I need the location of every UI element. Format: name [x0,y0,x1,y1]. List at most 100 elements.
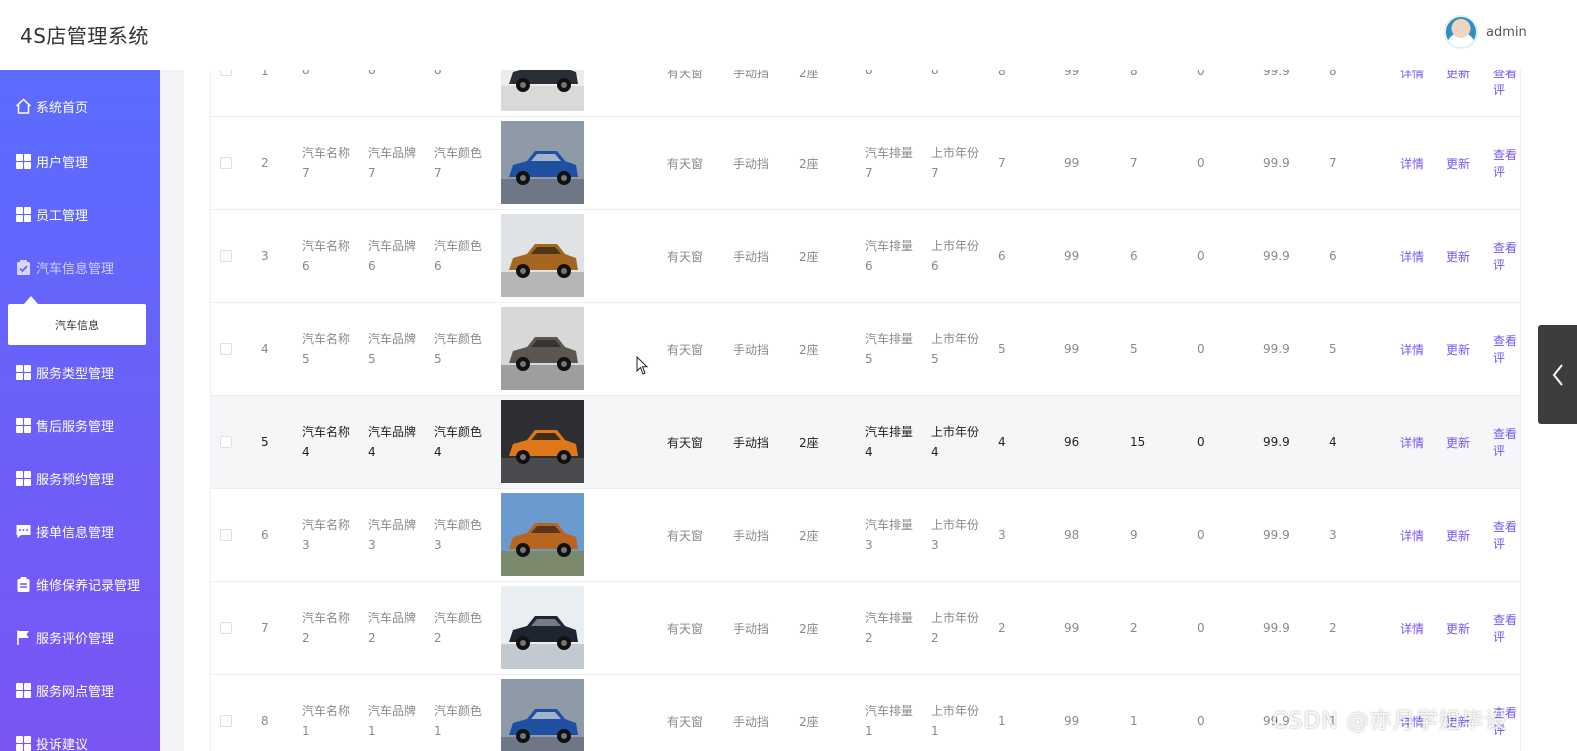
row-checkbox[interactable] [220,436,232,448]
sidebar-item-label: 服务类型管理 [36,366,115,382]
car-color-cell-value: 6 [434,259,442,273]
update-button[interactable]: 更新 [1446,210,1470,302]
sidebar-item-11[interactable]: 服务网点管理 [0,670,160,710]
seats-cell: 2座 [799,435,819,450]
car-color-cell-label: 汽车颜色 [434,704,483,718]
chevron-left-icon [1552,363,1563,386]
displacement-cell-label: 汽车排量 [865,518,914,532]
detail-button[interactable]: 详情 [1400,396,1424,488]
sidebar-item-5[interactable]: 服务类型管理 [0,352,160,392]
car-color-cell-label: 汽车颜色 [434,611,483,625]
order-cell: 2 [1329,621,1337,635]
sunroof-cell: 有天窗 [667,714,704,729]
row-checkbox[interactable] [220,250,232,262]
detail-button[interactable]: 详情 [1400,210,1424,302]
price-cell: 98 [1064,528,1080,542]
sidebar-item-1[interactable]: 系统首页 [0,86,160,126]
table-row: 6 汽车名称 3 汽车品牌 3 汽车颜色 3 汽车排量 3 上市年份 3 有天窗 手动挡 2座 3 98 9 0 9… [211,489,1520,582]
displacement-cell: 汽车排量 7 [865,117,913,209]
car-brand-cell: 汽车品牌 4 [368,396,416,488]
sidebar-item-9[interactable]: 维修保养记录管理 [0,564,160,604]
sidebar-item-8[interactable]: 接单信息管理 [0,511,160,551]
sidebar-item-label: 接单信息管理 [36,525,115,541]
order-cell: 4 [1329,435,1337,449]
sidebar-item-4[interactable]: 汽车信息管理 [0,247,160,287]
car-brand-cell-value: 7 [368,166,376,180]
view-reviews-button[interactable]: 查看评 [1493,117,1520,209]
car-brand-cell: 汽车品牌 3 [368,489,416,581]
launch-year-cell: 上市年份 5 [931,303,979,395]
username[interactable]: admin [1486,25,1527,40]
sidebar-item-7[interactable]: 服务预约管理 [0,458,160,498]
displacement-cell-label: 汽车排量 [865,425,914,439]
user-avatar[interactable] [1444,15,1478,49]
rating-cell: 99.9 [1263,435,1290,449]
car-name-cell-label: 汽车名称 [302,239,351,253]
detail-button[interactable]: 详情 [1400,303,1424,395]
update-button[interactable]: 更新 [1446,396,1470,488]
top-header: 4S店管理系统 admin [0,0,1577,70]
stock-cell: 7 [998,156,1006,170]
sidebar-item-6[interactable]: 售后服务管理 [0,405,160,445]
displacement-cell-value: 5 [865,352,873,366]
car-color-cell-label: 汽车颜色 [434,518,483,532]
car-brand-cell-label: 汽车品牌 [368,704,417,718]
table-row: 2 汽车名称 7 汽车品牌 7 汽车颜色 7 汽车排量 7 上市年份 7 有天窗 手动挡 2座 7 99 7 0 9… [211,117,1520,210]
car-name-cell-value: 4 [302,445,310,459]
update-button[interactable]: 更新 [1446,303,1470,395]
stock-cell: 3 [998,528,1006,542]
car-name-cell-label: 汽车名称 [302,611,351,625]
collapse-tab[interactable] [1538,325,1577,424]
price-cell: 99 [1064,621,1080,635]
rating-cell: 99.9 [1263,249,1290,263]
update-button[interactable]: 更新 [1446,489,1470,581]
sunroof-cell: 有天窗 [667,342,704,357]
zero-cell: 0 [1197,249,1205,263]
submenu-item-car-info[interactable]: 汽车信息 [8,304,146,345]
view-reviews-button[interactable]: 查看评 [1493,489,1520,581]
update-button[interactable]: 更新 [1446,582,1470,674]
car-name-cell: 汽车名称 7 [302,117,350,209]
count-cell: 5 [1130,342,1138,356]
car-name-cell: 汽车名称 5 [302,303,350,395]
flag-icon [15,629,32,646]
mouse-cursor-icon [636,356,649,375]
car-thumbnail [501,493,584,576]
view-reviews-button[interactable]: 查看评 [1493,582,1520,674]
view-reviews-button[interactable]: 查看评 [1493,396,1520,488]
row-index: 4 [261,342,269,356]
row-checkbox[interactable] [220,622,232,634]
car-brand-cell: 汽车品牌 6 [368,210,416,302]
car-name-cell-value: 5 [302,352,310,366]
zero-cell: 0 [1197,714,1205,728]
launch-year-cell-label: 上市年份 [931,425,980,439]
update-button[interactable]: 更新 [1446,117,1470,209]
seats-cell: 2座 [799,621,819,636]
sidebar-item-2[interactable]: 用户管理 [0,141,160,181]
displacement-cell: 汽车排量 6 [865,210,913,302]
sidebar-item-12[interactable]: 投诉建议 [0,723,160,751]
view-reviews-button[interactable]: 查看评 [1493,210,1520,302]
car-color-cell: 汽车颜色 1 [434,675,482,751]
sidebar-item-10[interactable]: 服务评价管理 [0,617,160,657]
order-cell: 3 [1329,528,1337,542]
row-checkbox[interactable] [220,715,232,727]
car-brand-cell-value: 2 [368,631,376,645]
detail-button[interactable]: 详情 [1400,489,1424,581]
car-name-cell-value: 7 [302,166,310,180]
detail-button[interactable]: 详情 [1400,117,1424,209]
count-cell: 2 [1130,621,1138,635]
car-name-cell: 汽车名称 1 [302,675,350,751]
row-index: 5 [261,435,269,449]
stock-cell: 5 [998,342,1006,356]
detail-button[interactable]: 详情 [1400,582,1424,674]
row-index: 2 [261,156,269,170]
sidebar-item-3[interactable]: 员工管理 [0,194,160,234]
view-reviews-button[interactable]: 查看评 [1493,303,1520,395]
car-thumbnail [501,307,584,390]
seats-cell: 2座 [799,714,819,729]
row-checkbox[interactable] [220,529,232,541]
row-checkbox[interactable] [220,157,232,169]
rating-cell: 99.9 [1263,156,1290,170]
row-checkbox[interactable] [220,343,232,355]
